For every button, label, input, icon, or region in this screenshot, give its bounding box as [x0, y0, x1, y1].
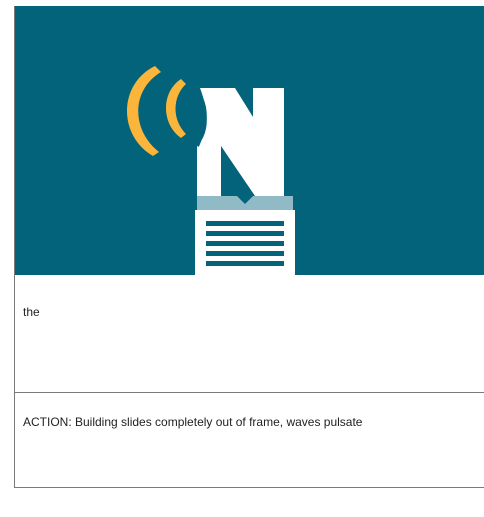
document-line — [206, 221, 284, 226]
storyboard-frame-image — [15, 6, 484, 275]
document-line — [206, 241, 284, 246]
scene-illustration — [15, 6, 484, 275]
storyboard-panel: the ACTION: Building slides completely o… — [14, 6, 484, 488]
action-caption: ACTION: Building slides completely out o… — [23, 415, 363, 429]
document-icon — [195, 196, 295, 275]
document-line — [206, 251, 284, 256]
dialogue-caption: the — [15, 275, 484, 393]
document-line — [206, 261, 284, 266]
document-line — [206, 231, 284, 236]
